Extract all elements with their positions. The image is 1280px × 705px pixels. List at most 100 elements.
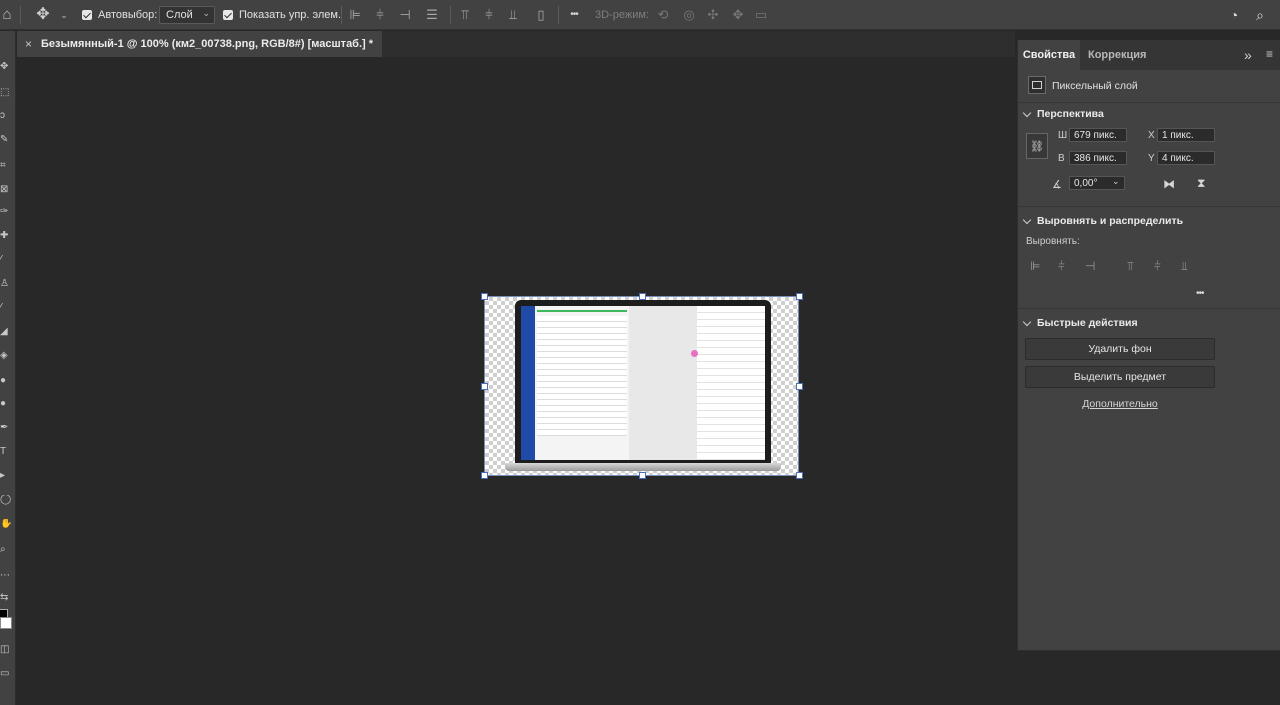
- more-tools-icon[interactable]: ⋯: [0, 571, 12, 581]
- show-transform-label: Показать упр. элем.: [239, 9, 342, 21]
- screenshot-avatar: [691, 350, 698, 357]
- show-transform-checkbox[interactable]: Показать упр. элем.: [223, 0, 341, 30]
- align-bottom-edges-icon[interactable]: ⫫: [1181, 259, 1188, 274]
- laptop-base: [505, 463, 781, 471]
- select-subject-button[interactable]: Выделить предмет: [1025, 366, 1215, 388]
- align-left-icon[interactable]: ⊫: [348, 7, 362, 23]
- canvas-area[interactable]: [17, 57, 1015, 705]
- align-center-horizontal-icon[interactable]: ⫩: [373, 7, 387, 23]
- transform-handle-left[interactable]: [481, 383, 488, 390]
- chevron-down-icon[interactable]: ⌄: [1112, 176, 1120, 187]
- collapse-panel-icon[interactable]: »: [1244, 47, 1252, 63]
- swap-colors-icon[interactable]: ⇆: [0, 593, 12, 603]
- clone-stamp-icon[interactable]: ♙: [0, 279, 12, 289]
- magic-wand-icon[interactable]: ✎: [0, 135, 12, 145]
- marquee-tool-icon[interactable]: ⬚: [0, 88, 12, 98]
- x-input[interactable]: 1 пикс.: [1157, 128, 1215, 142]
- hand-tool-icon[interactable]: ✋: [0, 519, 12, 529]
- screenshot-sidebar: [521, 306, 535, 460]
- checkbox-checked-icon[interactable]: [223, 10, 233, 20]
- selected-layer-image[interactable]: [481, 293, 803, 479]
- layer-type-label: Пиксельный слой: [1052, 80, 1138, 92]
- 3d-camera-icon: ▭: [754, 7, 768, 22]
- document-tab[interactable]: × Безымянный-1 @ 100% (км2_00738.png, RG…: [17, 31, 382, 57]
- properties-panel: Свойства Коррекция » ≡ Пиксельный слой П…: [1017, 40, 1280, 650]
- align-horizontal-centers-icon[interactable]: ⫩: [1058, 259, 1065, 274]
- align-left-edges-icon[interactable]: ⊫: [1030, 259, 1040, 273]
- close-tab-button[interactable]: ×: [25, 37, 32, 51]
- laptop-screen-content: [521, 306, 765, 460]
- blur-tool-icon[interactable]: ●: [0, 376, 12, 386]
- align-vertical-centers-icon[interactable]: ⫩: [1154, 259, 1161, 274]
- more-options-button[interactable]: •••: [565, 7, 583, 23]
- history-brush-icon[interactable]: ⁄: [0, 303, 12, 313]
- align-section-header[interactable]: Выровнять и распределить: [1022, 215, 1184, 227]
- path-select-icon[interactable]: ▸: [0, 471, 12, 481]
- align-right-edges-icon[interactable]: ⊣: [1085, 259, 1095, 273]
- panel-menu-icon[interactable]: ≡: [1266, 47, 1273, 61]
- perspective-section-header[interactable]: Перспектива: [1022, 108, 1104, 120]
- zoom-tool-icon[interactable]: ⌕: [0, 545, 12, 555]
- background-color-swatch[interactable]: [0, 617, 12, 629]
- home-icon[interactable]: ⌂: [0, 7, 14, 23]
- share-user-icon[interactable]: ◔: [1227, 7, 1241, 23]
- transform-handle-bottom-right[interactable]: [796, 472, 803, 479]
- document-tab-title: Безымянный-1 @ 100% (км2_00738.png, RGB/…: [41, 38, 374, 50]
- eraser-icon[interactable]: ◢: [0, 327, 12, 337]
- align-title: Выровнять и распределить: [1037, 215, 1184, 227]
- lasso-tool-icon[interactable]: ↄ: [0, 111, 12, 121]
- transform-handle-right[interactable]: [796, 383, 803, 390]
- quick-mask-icon[interactable]: ◫: [0, 645, 12, 655]
- height-label: В: [1058, 153, 1065, 164]
- healing-brush-icon[interactable]: ✚: [0, 231, 12, 241]
- transform-handle-top[interactable]: [639, 293, 646, 300]
- brush-tool-icon[interactable]: ⁄: [0, 255, 12, 265]
- tab-properties[interactable]: Свойства: [1018, 40, 1080, 70]
- transform-handle-top-right[interactable]: [796, 293, 803, 300]
- distribute-icon[interactable]: ☰: [425, 7, 439, 23]
- flip-vertical-icon[interactable]: ⧗: [1197, 176, 1205, 191]
- gradient-tool-icon[interactable]: ◈: [0, 351, 12, 361]
- move-tool-icon[interactable]: ✥: [36, 7, 50, 23]
- dodge-tool-icon[interactable]: ●: [0, 399, 12, 409]
- remove-background-button[interactable]: Удалить фон: [1025, 338, 1215, 360]
- mode-3d-label: 3D-режим:: [595, 9, 649, 21]
- width-input[interactable]: 679 пикс.: [1069, 128, 1127, 142]
- height-input[interactable]: 386 пикс.: [1069, 151, 1127, 165]
- align-bottom-icon[interactable]: ⫫: [506, 7, 520, 23]
- auto-select-dropdown[interactable]: Слой ⌄: [159, 6, 215, 24]
- crop-tool-icon[interactable]: ⌗: [0, 161, 12, 171]
- flip-horizontal-icon[interactable]: ⧓: [1163, 177, 1175, 191]
- pen-tool-icon[interactable]: ✒: [0, 423, 12, 433]
- shape-tool-icon[interactable]: ◯: [0, 495, 12, 505]
- transform-handle-top-left[interactable]: [481, 293, 488, 300]
- transform-handle-bottom-left[interactable]: [481, 472, 488, 479]
- x-label: X: [1148, 130, 1155, 141]
- distribute-vertical-icon[interactable]: ▯: [534, 7, 548, 23]
- quick-actions-title: Быстрые действия: [1037, 317, 1138, 329]
- search-icon[interactable]: ⌕: [1253, 7, 1267, 23]
- more-actions-link[interactable]: Дополнительно: [1025, 398, 1215, 410]
- y-input[interactable]: 4 пикс.: [1157, 151, 1215, 165]
- type-tool-icon[interactable]: T: [0, 447, 12, 457]
- angle-icon: ∡: [1052, 179, 1062, 191]
- checkbox-checked-icon[interactable]: [82, 10, 92, 20]
- eyedropper-icon[interactable]: ✑: [0, 207, 12, 217]
- quick-actions-section-header[interactable]: Быстрые действия: [1022, 317, 1138, 329]
- chevron-down-icon[interactable]: ⌄: [57, 7, 71, 23]
- transform-handle-bottom[interactable]: [639, 472, 646, 479]
- screenshot-middle: [629, 306, 697, 460]
- align-top-icon[interactable]: ⫪: [458, 7, 472, 23]
- align-top-edges-icon[interactable]: ⫪: [1127, 259, 1134, 274]
- y-label: Y: [1148, 153, 1155, 164]
- tab-adjustments[interactable]: Коррекция: [1088, 40, 1146, 70]
- screen-mode-icon[interactable]: ▭: [0, 669, 12, 679]
- frame-tool-icon[interactable]: ⊠: [0, 185, 12, 195]
- auto-select-checkbox[interactable]: Автовыбор:: [82, 0, 157, 30]
- link-dimensions-icon[interactable]: ⛓: [1026, 133, 1048, 159]
- align-more-button[interactable]: •••: [1196, 288, 1204, 299]
- align-middle-vertical-icon[interactable]: ⫩: [482, 7, 496, 23]
- laptop-screen-bezel: [515, 300, 771, 463]
- align-right-icon[interactable]: ⊣: [398, 7, 412, 23]
- move-tool-icon[interactable]: ✥: [0, 62, 12, 72]
